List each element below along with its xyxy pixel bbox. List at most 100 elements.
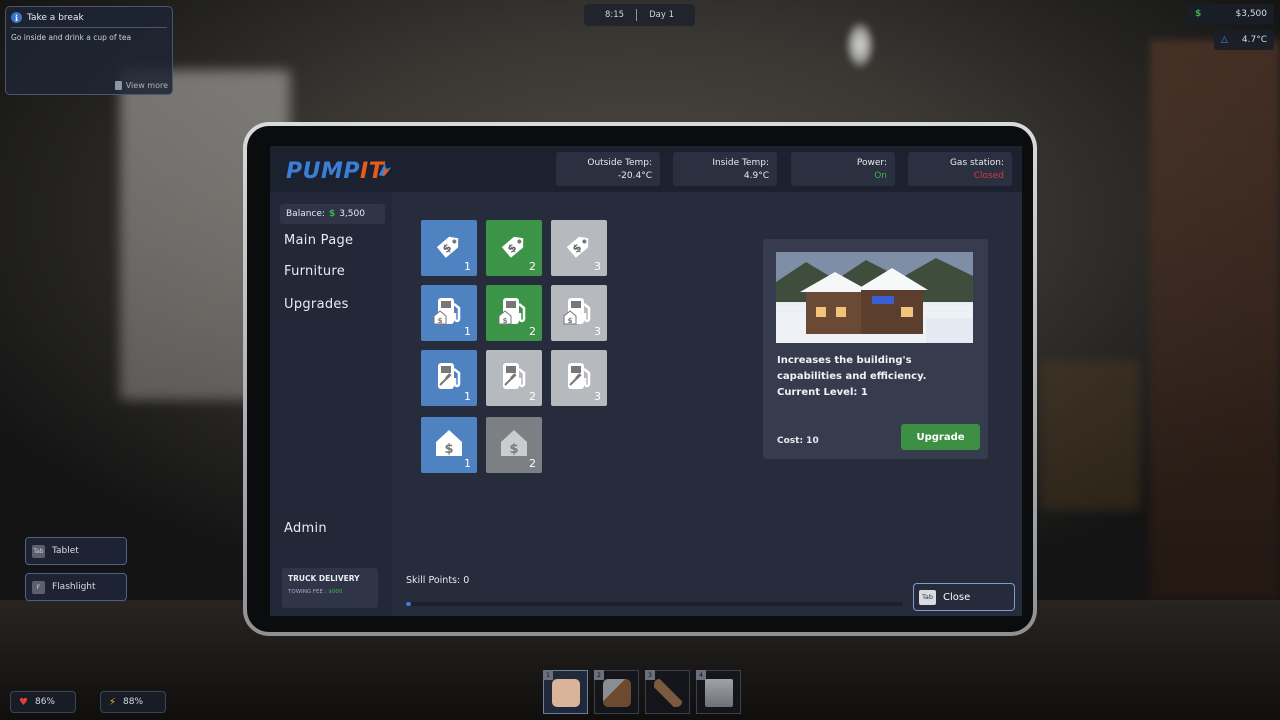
price-tag-icon: $ [497,229,531,267]
temperature-display: △ 4.7°C [1214,30,1274,50]
inside-temp-stat: Inside Temp: 4.9°C [673,152,777,186]
price-tag-icon: $ [432,229,466,267]
shotgun-icon [654,679,682,707]
fuel-pump-hammer-icon [497,359,531,397]
tablet-hotkey-button[interactable]: Tab Tablet [25,537,127,565]
tablet-hotkey-label: Tablet [52,546,79,556]
truck-delivery-panel[interactable]: TRUCK DELIVERY TOWING FEE : $000 [282,568,378,608]
slot-number: 4 [696,670,706,680]
upgrade-tile-fuel-pump-dollar-2[interactable]: $2 [486,285,542,341]
view-more-label: View more [125,81,168,90]
tablet-sidebar: Balance: $ 3,500 Main Page Furniture Upg… [270,192,392,616]
key-hint: Tab [919,589,936,605]
tablet-screen: PUMPIT Outside Temp: -20.4°C Inside Temp… [270,146,1022,616]
key-hint: F [32,580,45,594]
lightning-icon: ⚡ [109,696,117,708]
upgrade-tile-house-dollar-1[interactable]: $1 [421,417,477,473]
health-display: ♥ 86% [10,691,76,713]
tile-level: 2 [529,260,536,273]
power-stat: Power: On [791,152,895,186]
close-label: Close [943,591,971,603]
price-tag-icon: $ [562,229,596,267]
nav-admin[interactable]: Admin [284,521,327,536]
skill-progress-fill [406,602,411,606]
svg-text:$: $ [503,317,508,325]
balance-value: 3,500 [339,209,365,219]
energy-value: 88% [123,697,144,707]
time-label: 8:15 [605,10,625,20]
tile-level: 1 [464,390,471,403]
svg-text:$: $ [444,442,453,457]
tile-level: 1 [464,325,471,338]
task-header: i Take a break [11,12,167,28]
tile-level: 2 [529,390,536,403]
upgrade-tile-fuel-pump-dollar-1[interactable]: $1 [421,285,477,341]
fuel-pump-dollar-icon: $ [562,294,596,332]
task-description: Go inside and drink a cup of tea [11,33,132,42]
tile-level: 1 [464,260,471,273]
balance-label: Balance: [286,209,325,219]
upgrade-tile-fuel-pump-hammer-1[interactable]: 1 [421,350,477,406]
task-view-more[interactable]: View more [114,81,168,90]
flashlight-hotkey-label: Flashlight [52,582,96,592]
tile-level: 3 [594,260,601,273]
upgrade-tile-price-tag-3[interactable]: $3 [551,220,607,276]
tile-level: 2 [529,457,536,470]
slot-number: 3 [645,670,655,680]
svg-text:$: $ [438,317,443,325]
task-panel: i Take a break Go inside and drink a cup… [5,6,173,95]
upgrade-tile-price-tag-2[interactable]: $2 [486,220,542,276]
flashlight-hotkey-button[interactable]: F Flashlight [25,573,127,601]
hotbar-slot-tool[interactable]: 4 [696,670,741,714]
slot-number: 1 [543,670,553,680]
upgrade-tile-price-tag-1[interactable]: $1 [421,220,477,276]
nav-main-page[interactable]: Main Page [284,233,353,248]
heart-icon: ♥ [19,696,28,708]
skill-points-label: Skill Points: 0 [406,575,470,586]
temperature-value: 4.7°C [1241,35,1267,45]
svg-text:$: $ [509,442,518,457]
upgrade-tile-fuel-pump-dollar-3[interactable]: $3 [551,285,607,341]
nav-furniture[interactable]: Furniture [284,264,345,279]
balance-display: Balance: $ 3,500 [280,204,385,224]
day-label: Day 1 [649,10,674,20]
hotbar-slot-axe[interactable]: 2 [594,670,639,714]
upgrade-button[interactable]: Upgrade [901,424,980,450]
background-lamp [845,20,875,70]
nav-upgrades[interactable]: Upgrades [284,297,349,312]
health-value: 86% [34,697,55,707]
background-crate [1040,360,1140,510]
upgrade-tile-fuel-pump-hammer-3[interactable]: 3 [551,350,607,406]
house-dollar-icon: $ [497,426,531,464]
divider [636,9,638,21]
fuel-pump-dollar-icon: $ [432,294,466,332]
close-button[interactable]: Tab Close [913,583,1015,611]
fuel-pump-dollar-icon: $ [497,294,531,332]
energy-display: ⚡ 88% [100,691,166,713]
gas-station-preview-image [776,252,973,343]
fuel-pump-hammer-icon [562,359,596,397]
money-value: $3,500 [1235,9,1268,19]
fuel-pump-hammer-icon [432,359,466,397]
outside-temp-stat: Outside Temp: -20.4°C [556,152,660,186]
tile-level: 3 [594,390,601,403]
upgrade-tile-fuel-pump-hammer-2[interactable]: 2 [486,350,542,406]
tile-level: 1 [464,457,471,470]
tablet-header: PUMPIT Outside Temp: -20.4°C Inside Temp… [270,146,1022,192]
gas-station-stat: Gas station: Closed [908,152,1012,186]
axe-icon [603,679,631,707]
upgrade-cost: Cost: 10 [777,436,819,446]
upgrade-tile-house-dollar-2[interactable]: $2 [486,417,542,473]
pumpit-logo: PUMPIT [286,159,385,184]
tile-level: 3 [594,325,601,338]
flame-logo-icon [378,162,392,177]
info-icon: i [11,12,22,23]
time-day-display: 8:15 Day 1 [584,4,695,26]
hotbar-slot-shotgun[interactable]: 3 [645,670,690,714]
truck-delivery-title: TRUCK DELIVERY [288,574,360,583]
tool-icon [705,679,733,707]
hotbar-slot-fist[interactable]: 1 [543,670,588,714]
thermometer-icon: △ [1221,35,1228,45]
upgrade-description: Increases the building's capabilities an… [777,355,927,398]
tablet-bezel: PUMPIT Outside Temp: -20.4°C Inside Temp… [247,126,1033,632]
